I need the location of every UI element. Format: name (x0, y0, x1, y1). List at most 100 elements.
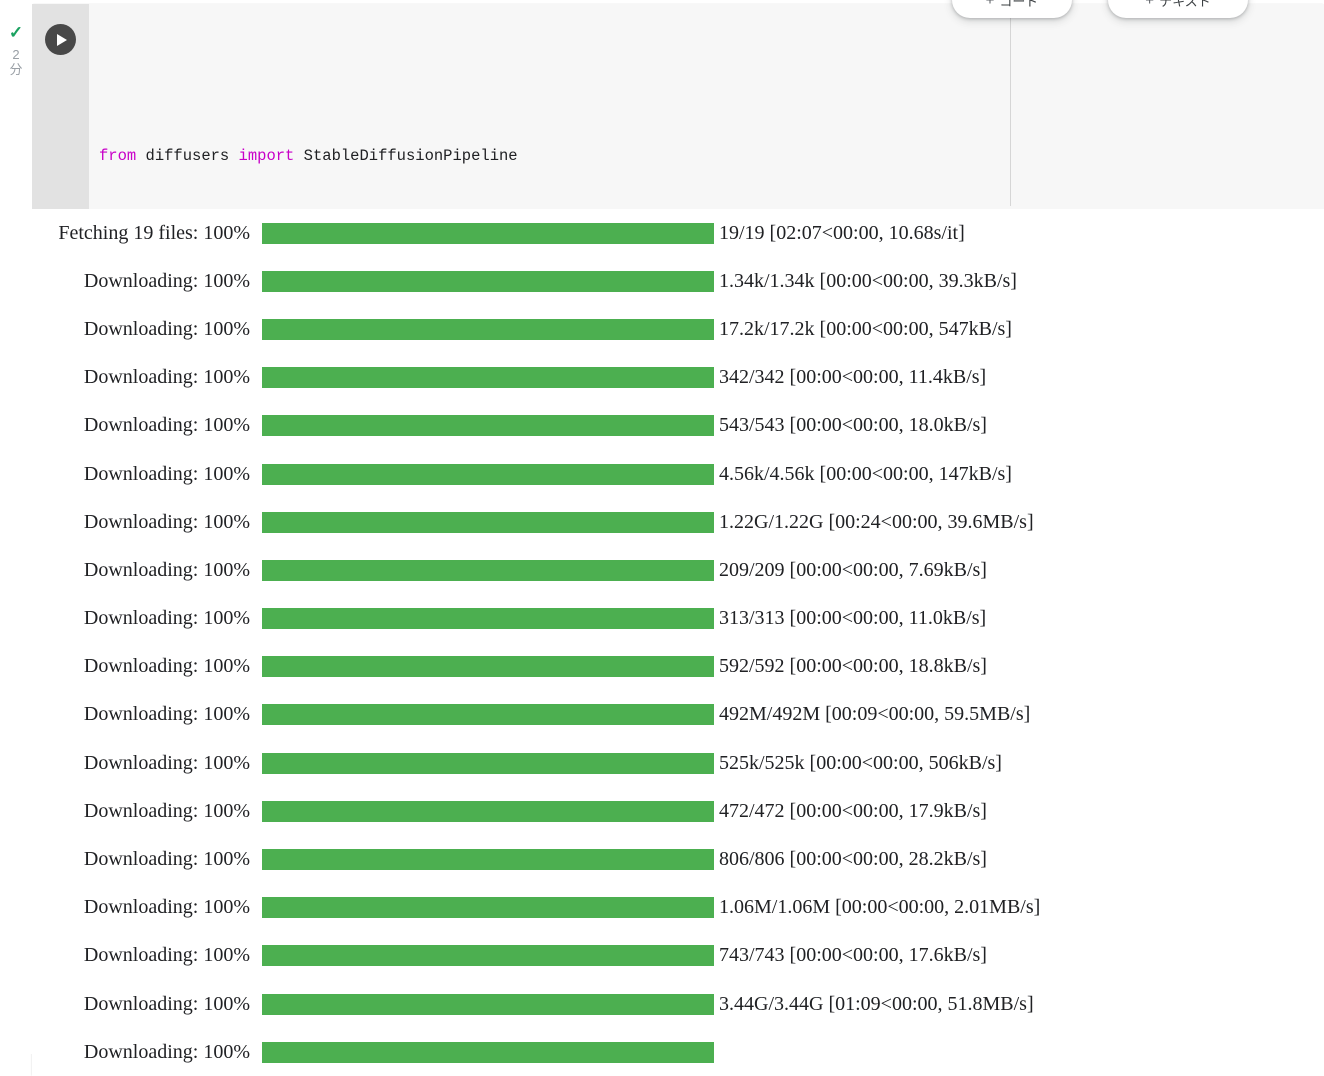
progress-bar-label: Downloading: 100% (83, 799, 250, 822)
progress-bar-track (262, 993, 714, 1015)
progress-bar-row: Downloading: 100% 525k/525k [00:00<00:00,… (32, 739, 1324, 787)
run-button-strip (32, 4, 89, 209)
progress-bar-stats: 806/806 [00:00<00:00, 28.2kB/s] (719, 848, 987, 871)
progress-bar-stats: 19/19 [02:07<00:00, 10.68s/it] (719, 221, 965, 244)
progress-bar-fill (262, 945, 714, 967)
progress-bar-label: Downloading: 100% (83, 269, 250, 292)
plus-icon: + (1145, 0, 1155, 9)
progress-bar-track (262, 415, 714, 437)
progress-bar-fill (262, 897, 714, 919)
progress-bar-stats: 3.44G/3.44G [01:09<00:00, 51.8MB/s] (719, 992, 1034, 1015)
progress-bar-label: Downloading: 100% (83, 462, 250, 485)
progress-bar-track (262, 752, 714, 774)
progress-bar-row: Downloading: 100% 342/342 [00:00<00:00, 1… (32, 354, 1324, 402)
progress-bar-label: Fetching 19 files: 100% (58, 221, 250, 244)
progress-bar-fill (262, 1041, 714, 1063)
progress-bar-row: Downloading: 100% 743/743 [00:00<00:00, 1… (32, 932, 1324, 980)
progress-bar-stats: 342/342 [00:00<00:00, 11.4kB/s] (719, 366, 987, 389)
progress-bar-fill (262, 559, 714, 581)
progress-bar-track (262, 511, 714, 533)
progress-bar-row: Downloading: 100% 209/209 [00:00<00:00, 7… (32, 546, 1324, 594)
progress-bar-fill (262, 656, 714, 678)
progress-bar-row: Downloading: 100% 313/313 [00:00<00:00, 1… (32, 595, 1324, 643)
progress-bar-row: Downloading: 100% 1.06M/1.06M [00:00<00:0… (32, 884, 1324, 932)
progress-bar-track (262, 897, 714, 919)
elapsed-time-unit: 分 (9, 62, 23, 77)
progress-bar-row: Downloading: 100% (32, 1028, 1324, 1076)
progress-bar-row: Downloading: 100% 472/472 [00:00<00:00, 1… (32, 787, 1324, 835)
add-code-cell-label: コード (999, 0, 1039, 9)
progress-bar-fill (262, 608, 714, 630)
cell-output-area: Fetching 19 files: 100% 19/19 [02:07<00:0… (32, 209, 1324, 1076)
check-icon: ✓ (8, 23, 24, 42)
progress-bar-fill (262, 752, 714, 774)
progress-bar-fill (262, 463, 714, 485)
code-line-1-mid: diffusers (136, 147, 239, 165)
progress-bar-label: Downloading: 100% (83, 607, 250, 630)
progress-bar-track (262, 608, 714, 630)
progress-bar-stats: 1.22G/1.22G [00:24<00:00, 39.6MB/s] (719, 510, 1034, 533)
progress-bar-fill (262, 704, 714, 726)
elapsed-time-value: 2 (12, 47, 20, 62)
progress-bar-fill (262, 511, 714, 533)
progress-bar-row: Downloading: 100% 17.2k/17.2k [00:00<00:0… (32, 305, 1324, 353)
progress-bar-track (262, 318, 714, 340)
progress-bar-stats: 209/209 [00:00<00:00, 7.69kB/s] (719, 558, 987, 581)
progress-bar-stats: 525k/525k [00:00<00:00, 506kB/s] (719, 751, 1002, 774)
progress-bar-track (262, 656, 714, 678)
progress-bar-stats: 472/472 [00:00<00:00, 17.9kB/s] (719, 799, 987, 822)
code-cell[interactable]: from diffusers import StableDiffusionPip… (32, 4, 1324, 1076)
progress-bar-row: Downloading: 100% 3.44G/3.44G [01:09<00:0… (32, 980, 1324, 1028)
progress-bar-label: Downloading: 100% (83, 414, 250, 437)
keyword-import: import (238, 147, 295, 165)
progress-bar-label: Downloading: 100% (83, 992, 250, 1015)
code-line-1-rest: StableDiffusionPipeline (294, 147, 518, 165)
progress-bar-stats: 313/313 [00:00<00:00, 11.0kB/s] (719, 607, 987, 630)
add-text-cell-button[interactable]: + テキスト (1108, 0, 1248, 18)
progress-bar-fill (262, 367, 714, 389)
progress-bar-track (262, 270, 714, 292)
progress-bar-row: Downloading: 100% 4.56k/4.56k [00:00<00:0… (32, 450, 1324, 498)
progress-bar-fill (262, 318, 714, 340)
keyword-from: from (99, 147, 137, 165)
progress-bar-track (262, 945, 714, 967)
progress-bar-stats: 1.34k/1.34k [00:00<00:00, 39.3kB/s] (719, 269, 1017, 292)
code-cell-input[interactable]: from diffusers import StableDiffusionPip… (32, 4, 1324, 209)
progress-bar-fill (262, 415, 714, 437)
progress-bar-stats: 4.56k/4.56k [00:00<00:00, 147kB/s] (719, 462, 1012, 485)
progress-bar-row: Downloading: 100% 1.22G/1.22G [00:24<00:0… (32, 498, 1324, 546)
progress-bar-track (262, 849, 714, 871)
progress-bar-track (262, 800, 714, 822)
progress-bar-track (262, 463, 714, 485)
progress-bar-row: Downloading: 100% 592/592 [00:00<00:00, 1… (32, 643, 1324, 691)
progress-bar-fill (262, 222, 714, 244)
cell-status-gutter: ✓ 2 分 (0, 0, 32, 1054)
progress-bar-track (262, 222, 714, 244)
progress-bar-fill (262, 993, 714, 1015)
progress-bar-track (262, 1041, 714, 1063)
progress-bar-label: Downloading: 100% (83, 1040, 250, 1063)
progress-bar-row: Downloading: 100% 543/543 [00:00<00:00, 1… (32, 402, 1324, 450)
code-editor[interactable]: from diffusers import StableDiffusionPip… (89, 4, 1324, 209)
column-ruler (1010, 10, 1011, 206)
progress-bar-label: Downloading: 100% (83, 944, 250, 967)
progress-bar-stats: 492M/492M [00:09<00:00, 59.5MB/s] (719, 703, 1031, 726)
add-code-cell-button[interactable]: + コード (952, 0, 1072, 18)
progress-bar-track (262, 559, 714, 581)
progress-bar-stats: 592/592 [00:00<00:00, 18.8kB/s] (719, 655, 987, 678)
progress-bar-stats: 743/743 [00:00<00:00, 17.6kB/s] (719, 944, 987, 967)
progress-bar-label: Downloading: 100% (83, 848, 250, 871)
progress-bar-fill (262, 849, 714, 871)
progress-bar-label: Downloading: 100% (83, 655, 250, 678)
play-icon (57, 33, 67, 46)
progress-bar-stats: 17.2k/17.2k [00:00<00:00, 547kB/s] (719, 317, 1012, 340)
progress-bar-stats: 1.06M/1.06M [00:00<00:00, 2.01MB/s] (719, 896, 1041, 919)
progress-bar-label: Downloading: 100% (83, 366, 250, 389)
progress-bar-label: Downloading: 100% (83, 317, 250, 340)
notebook-page: ✓ 2 分 from diffusers import StableDiffus… (0, 0, 1324, 1076)
progress-bar-label: Downloading: 100% (83, 558, 250, 581)
progress-bar-fill (262, 800, 714, 822)
run-cell-button[interactable] (45, 24, 76, 55)
progress-bar-track (262, 367, 714, 389)
progress-bar-label: Downloading: 100% (83, 510, 250, 533)
